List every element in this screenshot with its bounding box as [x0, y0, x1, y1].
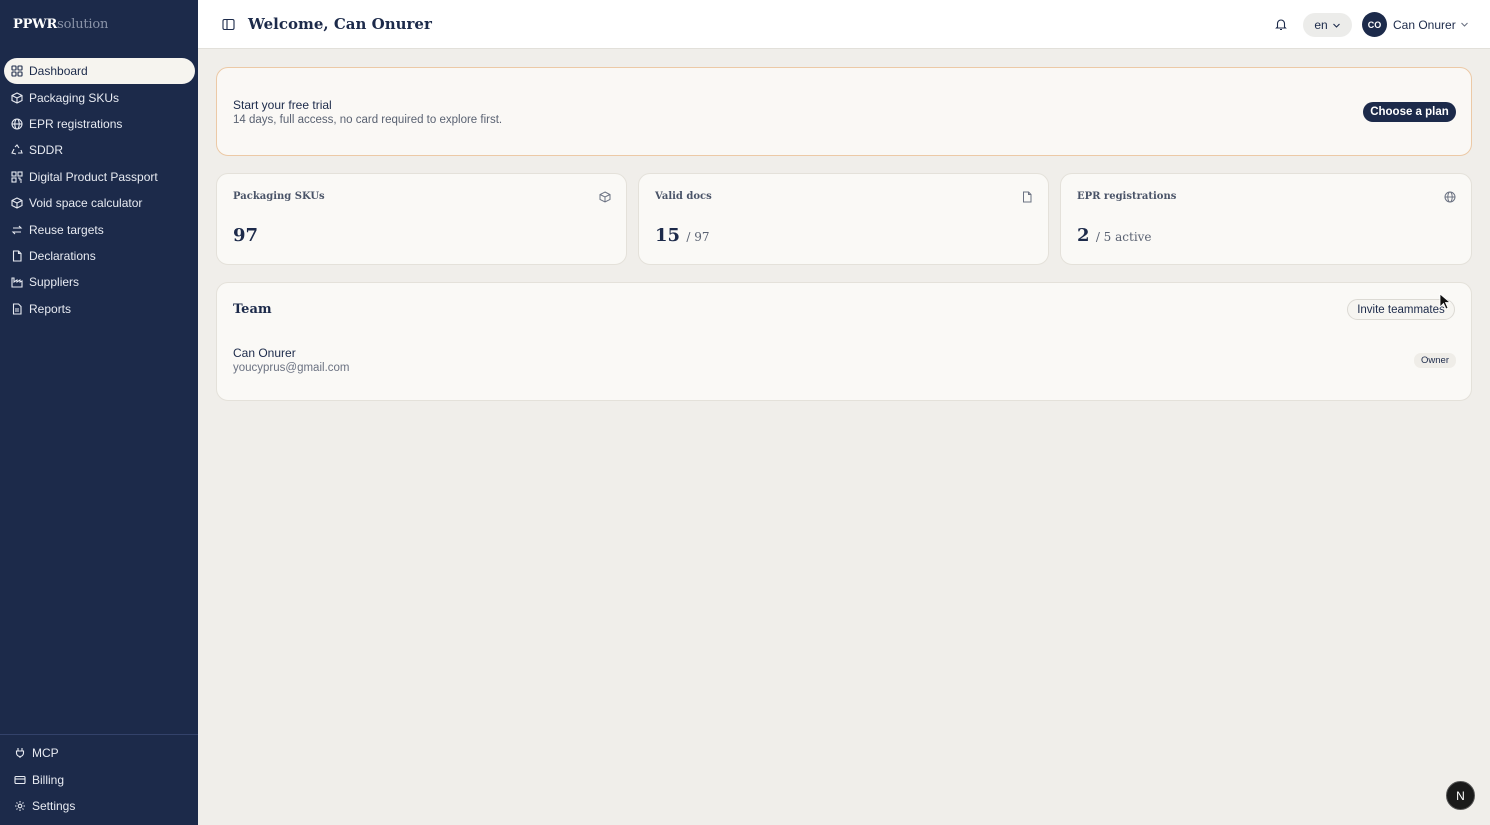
gear-icon: [14, 800, 26, 812]
sidebar-item-billing[interactable]: Billing: [7, 766, 192, 792]
sidebar-item-label: Dashboard: [29, 64, 88, 79]
choose-plan-button[interactable]: Choose a plan: [1363, 102, 1456, 122]
sidebar-item-mcp[interactable]: MCP: [7, 740, 192, 766]
sidebar-item-label: EPR registrations: [29, 116, 123, 131]
sidebar-item-sddr[interactable]: SDDR: [4, 137, 195, 163]
sidebar-item-label: Settings: [32, 798, 76, 813]
box-icon: [599, 190, 611, 203]
sidebar-item-suppliers[interactable]: Suppliers: [4, 269, 195, 295]
stat-card-packaging-skus[interactable]: Packaging SKUs 97: [216, 173, 627, 265]
report-icon: [11, 303, 23, 315]
team-title: Team: [233, 302, 272, 317]
globe-icon: [1444, 190, 1456, 203]
box-icon: [11, 91, 23, 104]
page-title: Welcome, Can Onurer: [248, 15, 432, 33]
avatar[interactable]: CO: [1362, 12, 1387, 37]
stat-label: Packaging SKUs: [233, 191, 325, 202]
factory-icon: [11, 276, 23, 288]
sidebar-item-label: MCP: [32, 746, 59, 761]
stat-number: 15: [655, 225, 681, 246]
sidebar-item-epr-registrations[interactable]: EPR registrations: [4, 111, 195, 137]
stat-suffix: / 97: [686, 230, 710, 244]
sidebar-item-label: SDDR: [29, 143, 64, 158]
sidebar: PPWRsolution Dashboard Packaging SKUs EP…: [0, 0, 198, 825]
sidebar-item-reports[interactable]: Reports: [4, 296, 195, 322]
bell-icon[interactable]: [1274, 17, 1288, 31]
sidebar-item-dashboard[interactable]: Dashboard: [4, 58, 195, 85]
stat-value: 2 / 5 active: [1077, 225, 1152, 246]
sidebar-item-settings[interactable]: Settings: [7, 793, 192, 819]
sidebar-item-reuse-targets[interactable]: Reuse targets: [4, 216, 195, 242]
sidebar-item-void-space-calculator[interactable]: Void space calculator: [4, 190, 195, 216]
document-icon: [11, 250, 23, 262]
user-name[interactable]: Can Onurer: [1393, 18, 1456, 32]
sidebar-item-packaging-skus[interactable]: Packaging SKUs: [4, 84, 195, 110]
stat-number: 2: [1077, 225, 1090, 246]
card-icon: [14, 774, 26, 786]
mouse-cursor-icon: [1439, 293, 1451, 310]
sidebar-bottom-nav: MCP Billing Settings: [7, 740, 192, 819]
role-badge: Owner: [1414, 353, 1456, 368]
recycle-icon: [11, 144, 23, 156]
stat-label: Valid docs: [655, 191, 712, 202]
sidebar-item-digital-product-passport[interactable]: Digital Product Passport: [4, 164, 195, 190]
team-card: Team Invite teammates Can Onurer youcypr…: [216, 282, 1472, 401]
sidebar-item-label: Suppliers: [29, 275, 80, 290]
language-select[interactable]: en: [1303, 13, 1352, 37]
repeat-icon: [11, 224, 23, 236]
brand-bold: PPWR: [13, 17, 58, 32]
sidebar-item-label: Declarations: [29, 248, 96, 263]
stat-label: EPR registrations: [1077, 191, 1177, 202]
trial-title: Start your free trial: [233, 98, 332, 112]
sidebar-item-label: Reports: [29, 301, 72, 316]
stat-card-valid-docs[interactable]: Valid docs 15 / 97: [638, 173, 1049, 265]
language-value: en: [1314, 18, 1328, 32]
sidebar-item-label: Void space calculator: [29, 196, 143, 211]
chevron-down-icon: [1332, 23, 1340, 28]
plug-icon: [14, 747, 26, 759]
sidebar-item-label: Packaging SKUs: [29, 90, 120, 105]
stat-number: 97: [233, 225, 259, 246]
brand-light: solution: [57, 17, 109, 32]
box-icon: [11, 197, 23, 209]
top-header: Welcome, Can Onurer en CO Can Onurer: [198, 0, 1490, 49]
trial-subtitle: 14 days, full access, no card required t…: [233, 114, 503, 126]
stat-value: 97: [233, 225, 258, 246]
member-name: Can Onurer: [233, 346, 296, 360]
sidebar-item-label: Digital Product Passport: [29, 169, 158, 184]
grid-icon: [11, 65, 23, 77]
sidebar-nav: Dashboard Packaging SKUs EPR registratio…: [4, 58, 195, 322]
globe-icon: [11, 118, 23, 130]
chevron-down-icon[interactable]: [1460, 20, 1469, 29]
member-email: youcyprus@gmail.com: [233, 362, 350, 374]
sidebar-toggle-icon[interactable]: [222, 18, 235, 31]
stat-card-epr-registrations[interactable]: EPR registrations 2 / 5 active: [1060, 173, 1472, 265]
floating-action-button[interactable]: N: [1446, 781, 1475, 810]
document-icon: [1021, 190, 1033, 203]
qr-icon: [11, 171, 23, 183]
sidebar-item-declarations[interactable]: Declarations: [4, 243, 195, 269]
free-trial-banner: Start your free trial 14 days, full acce…: [216, 67, 1472, 156]
sidebar-divider: [0, 734, 198, 735]
sidebar-item-label: Billing: [32, 772, 65, 787]
stat-suffix: / 5 active: [1095, 230, 1152, 244]
stat-value: 15 / 97: [655, 225, 709, 246]
brand-logo[interactable]: PPWRsolution: [13, 17, 108, 32]
sidebar-item-label: Reuse targets: [29, 222, 104, 237]
